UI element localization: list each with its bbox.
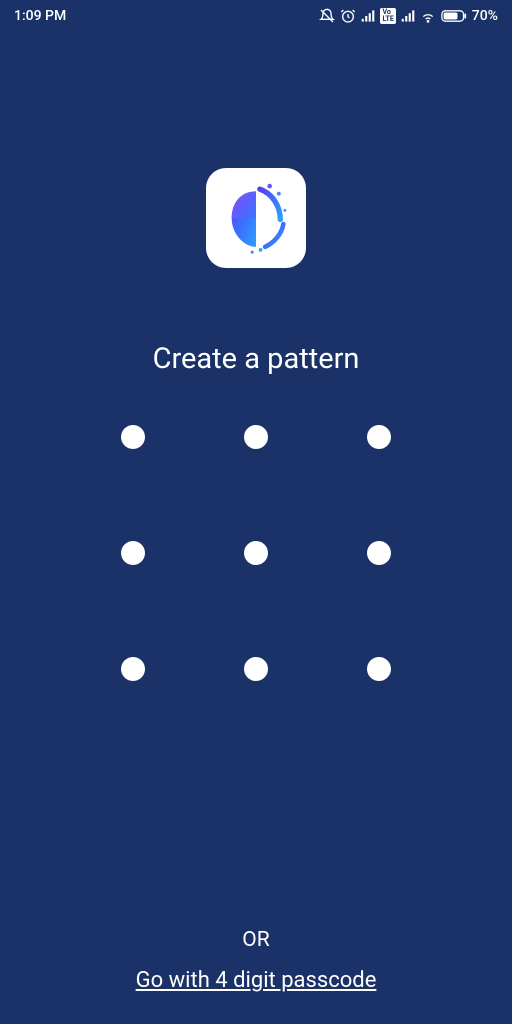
pattern-dot-3[interactable] [367, 425, 391, 449]
signal-icon-2 [401, 9, 415, 23]
notification-off-icon [319, 8, 335, 24]
pattern-dot-7[interactable] [121, 657, 145, 681]
pattern-dot-6[interactable] [367, 541, 391, 565]
pattern-dot-2[interactable] [244, 425, 268, 449]
pattern-dot-1[interactable] [121, 425, 145, 449]
pattern-dot-8[interactable] [244, 657, 268, 681]
status-time: 1:09 PM [14, 8, 66, 24]
app-logo [206, 168, 306, 268]
signal-icon-1 [361, 9, 375, 23]
volte-badge: VoLTE [380, 8, 395, 24]
battery-percent: 70% [472, 8, 498, 24]
pattern-dot-5[interactable] [244, 541, 268, 565]
alarm-icon [340, 8, 356, 24]
status-bar: 1:09 PM VoLTE [0, 0, 512, 32]
pattern-input[interactable] [120, 425, 392, 681]
pattern-dot-4[interactable] [121, 541, 145, 565]
battery-icon [441, 9, 467, 23]
passcode-link[interactable]: Go with 4 digit passcode [0, 968, 512, 993]
pattern-dot-9[interactable] [367, 657, 391, 681]
page-title: Create a pattern [0, 342, 512, 376]
wifi-icon [420, 8, 436, 24]
or-divider: OR [0, 928, 512, 952]
